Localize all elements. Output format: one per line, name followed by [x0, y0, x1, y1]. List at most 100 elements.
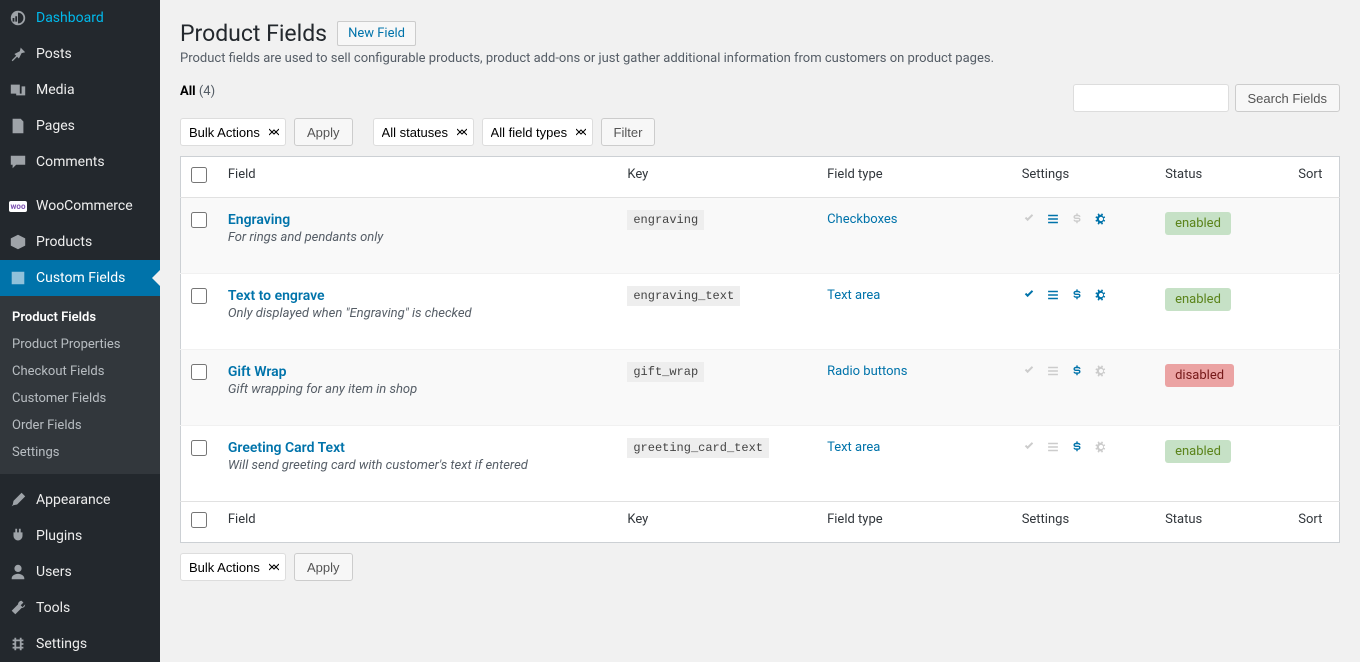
row-checkbox[interactable]: [191, 364, 207, 380]
row-title-link[interactable]: Text to engrave: [228, 288, 607, 304]
sidebar-item-settings[interactable]: Settings: [0, 626, 160, 662]
row-description: For rings and pendants only: [228, 230, 607, 245]
col-status[interactable]: Status: [1155, 157, 1288, 198]
col-type[interactable]: Field type: [817, 157, 1012, 198]
sidebar-item-plugins[interactable]: Plugins: [0, 518, 160, 554]
list-icon: [1046, 212, 1060, 226]
row-checkbox[interactable]: [191, 288, 207, 304]
row-key: greeting_card_text: [627, 438, 769, 458]
bulk-actions-select[interactable]: Bulk Actions: [180, 118, 286, 146]
sidebar-item-comments[interactable]: Comments: [0, 144, 160, 180]
list-icon: [1046, 364, 1060, 378]
table-row: Gift WrapGift wrapping for any item in s…: [181, 350, 1340, 426]
row-type-link[interactable]: Text area: [827, 288, 880, 303]
select-all-checkbox[interactable]: [191, 167, 207, 183]
filter-button[interactable]: Filter: [601, 118, 656, 146]
sidebar-item-label: Media: [36, 82, 75, 98]
tools-icon: [8, 598, 28, 618]
sidebar-sub-product-properties[interactable]: Product Properties: [0, 331, 160, 358]
sidebar-item-woocommerce[interactable]: wooWooCommerce: [0, 188, 160, 224]
sidebar-item-media[interactable]: Media: [0, 72, 160, 108]
sidebar-item-posts[interactable]: Posts: [0, 36, 160, 72]
sidebar-sub-settings[interactable]: Settings: [0, 439, 160, 466]
fields-table: Field Key Field type Settings Status Sor…: [180, 156, 1340, 543]
filter-all-link[interactable]: All: [180, 84, 196, 99]
filter-all-count: (4): [199, 84, 215, 99]
sidebar-item-appearance[interactable]: Appearance: [0, 482, 160, 518]
col-sort[interactable]: Sort: [1288, 157, 1339, 198]
search-button[interactable]: Search Fields: [1235, 84, 1340, 112]
row-type-link[interactable]: Checkboxes: [827, 212, 897, 227]
status-badge[interactable]: enabled: [1165, 440, 1231, 463]
list-icon: [1046, 288, 1060, 302]
dollar-icon: [1070, 440, 1084, 454]
users-icon: [8, 562, 28, 582]
row-checkbox[interactable]: [191, 440, 207, 456]
check-icon: [1022, 364, 1036, 378]
row-type-link[interactable]: Radio buttons: [827, 364, 907, 379]
dollar-icon: [1070, 288, 1084, 302]
row-title-link[interactable]: Engraving: [228, 212, 607, 228]
row-checkbox[interactable]: [191, 212, 207, 228]
dollar-icon: [1070, 364, 1084, 378]
sidebar-item-custom-fields[interactable]: Custom Fields: [0, 260, 160, 296]
col-sort-footer[interactable]: Sort: [1288, 502, 1339, 543]
col-key[interactable]: Key: [617, 157, 817, 198]
table-row: Engraving For rings and pendants only engr…: [181, 198, 1340, 274]
row-description: Only displayed when "Engraving" is check…: [228, 306, 607, 321]
sidebar-sub-checkout-fields[interactable]: Checkout Fields: [0, 358, 160, 385]
dashboard-icon: [8, 8, 28, 28]
sidebar-item-users[interactable]: Users: [0, 554, 160, 590]
col-status-footer[interactable]: Status: [1155, 502, 1288, 543]
settings-icon: [8, 634, 28, 654]
sidebar-item-label: Settings: [36, 636, 87, 652]
sidebar-sub-product-fields[interactable]: Product Fields: [0, 304, 160, 331]
table-row: Text to engrave Only displayed when "Engr…: [181, 274, 1340, 350]
status-badge[interactable]: enabled: [1165, 212, 1231, 235]
table-row: Greeting Card TextWill send greeting car…: [181, 426, 1340, 502]
plugins-icon: [8, 526, 28, 546]
bulk-actions-select-bottom[interactable]: Bulk Actions: [180, 553, 286, 581]
sidebar-sub-order-fields[interactable]: Order Fields: [0, 412, 160, 439]
sidebar-item-label: Products: [36, 234, 92, 250]
field-type-filter-select[interactable]: All field types: [482, 118, 593, 146]
dollar-icon: [1070, 212, 1084, 226]
status-badge[interactable]: enabled: [1165, 288, 1231, 311]
status-filter-select[interactable]: All statuses: [373, 118, 474, 146]
row-title-link[interactable]: Gift Wrap: [228, 364, 607, 380]
check-icon: [1022, 440, 1036, 454]
apply-bulk-button[interactable]: Apply: [294, 118, 353, 146]
col-field-footer[interactable]: Field: [218, 502, 617, 543]
gears-icon: [1094, 364, 1108, 378]
new-field-button[interactable]: New Field: [337, 21, 416, 46]
gears-icon: [1094, 212, 1108, 226]
search-input[interactable]: [1073, 84, 1229, 112]
sidebar-item-label: Appearance: [36, 492, 110, 508]
select-all-checkbox-footer[interactable]: [191, 512, 207, 528]
col-settings-footer[interactable]: Settings: [1012, 502, 1155, 543]
sidebar-item-pages[interactable]: Pages: [0, 108, 160, 144]
gears-icon: [1094, 288, 1108, 302]
sidebar-sub-customer-fields[interactable]: Customer Fields: [0, 385, 160, 412]
customfields-icon: [8, 268, 28, 288]
row-key: engraving: [627, 210, 704, 230]
sidebar-item-products[interactable]: Products: [0, 224, 160, 260]
check-icon: [1022, 288, 1036, 302]
page-title: Product Fields: [180, 20, 327, 47]
gears-icon: [1094, 440, 1108, 454]
col-key-footer[interactable]: Key: [617, 502, 817, 543]
apply-bulk-button-bottom[interactable]: Apply: [294, 553, 353, 581]
woo-icon: woo: [8, 196, 28, 216]
status-badge[interactable]: disabled: [1165, 364, 1234, 387]
row-title-link[interactable]: Greeting Card Text: [228, 440, 607, 456]
sidebar-item-dashboard[interactable]: Dashboard: [0, 0, 160, 36]
row-key: engraving_text: [627, 286, 740, 306]
sidebar-item-tools[interactable]: Tools: [0, 590, 160, 626]
col-settings[interactable]: Settings: [1012, 157, 1155, 198]
pages-icon: [8, 116, 28, 136]
col-field[interactable]: Field: [218, 157, 617, 198]
col-type-footer[interactable]: Field type: [817, 502, 1012, 543]
sidebar-item-label: Plugins: [36, 528, 82, 544]
sidebar-item-label: Posts: [36, 46, 72, 62]
row-type-link[interactable]: Text area: [827, 440, 880, 455]
